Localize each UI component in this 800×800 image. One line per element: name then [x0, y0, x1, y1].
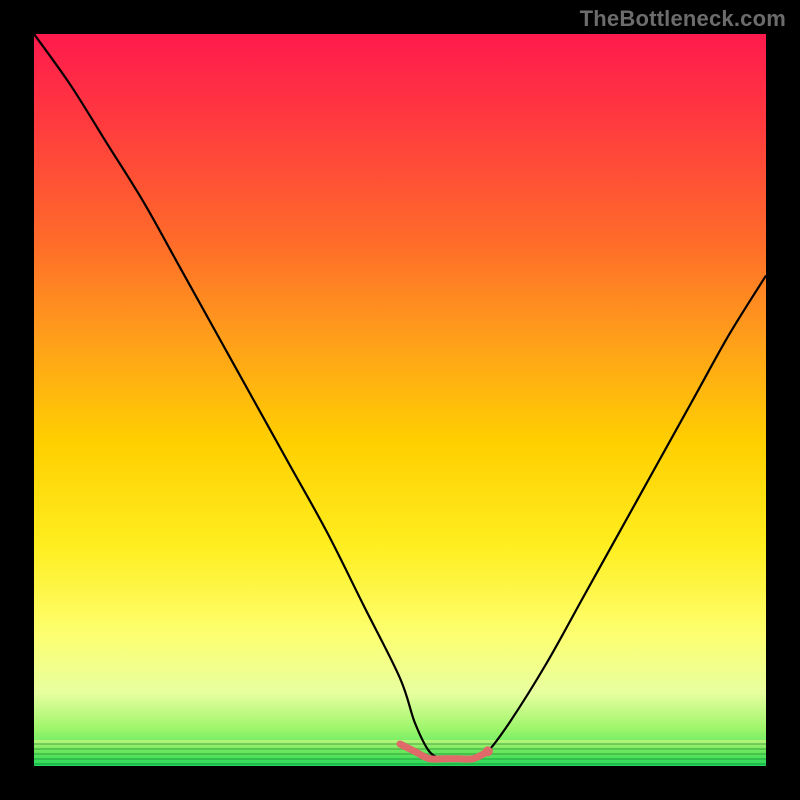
- watermark-text: TheBottleneck.com: [580, 6, 786, 32]
- chart-frame: TheBottleneck.com: [0, 0, 800, 800]
- bottleneck-curve-path: [34, 34, 766, 759]
- plot-area: [34, 34, 766, 766]
- optimal-band: [34, 740, 766, 766]
- chart-svg: [34, 34, 766, 766]
